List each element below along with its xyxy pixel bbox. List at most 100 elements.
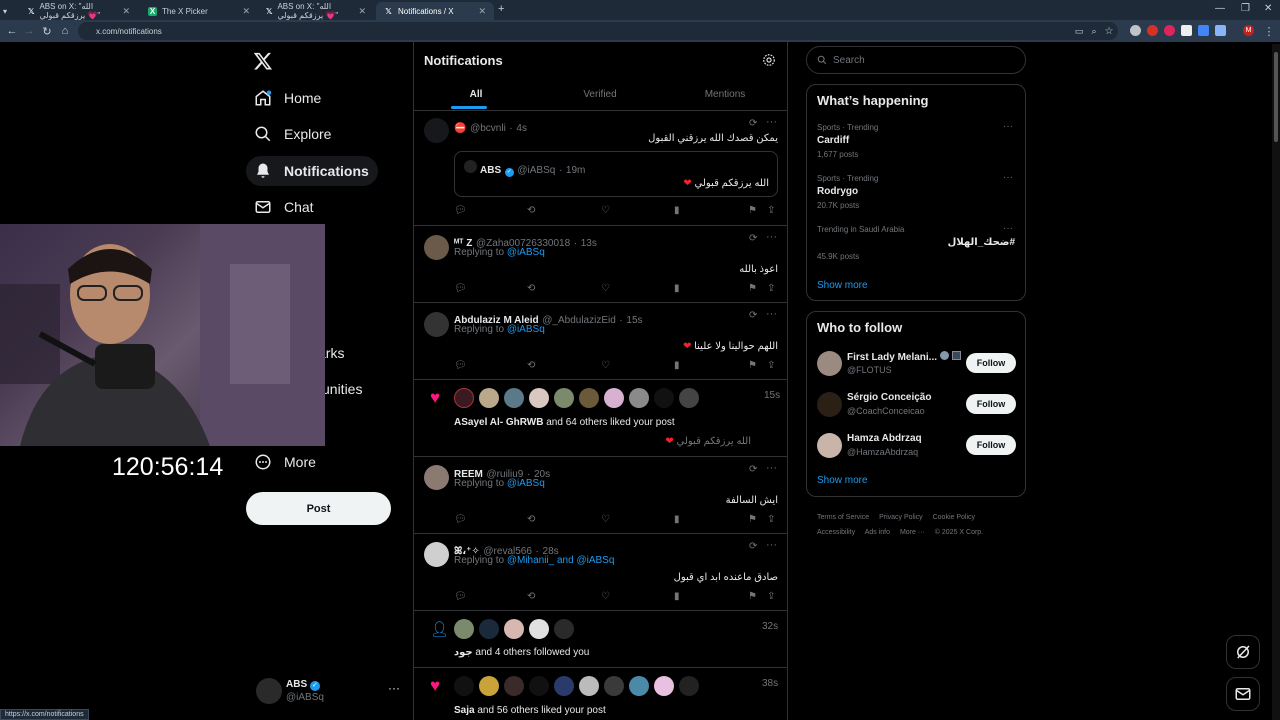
- profile-avatar-icon[interactable]: M: [1243, 25, 1254, 36]
- footer-link[interactable]: More ···: [900, 529, 925, 536]
- follow-button[interactable]: Follow: [966, 394, 1016, 414]
- avatar[interactable]: [529, 676, 549, 696]
- mention-link[interactable]: @iABSq: [507, 478, 545, 489]
- browser-tab-active[interactable]: 𝕏 Notifications / X ✕: [376, 2, 494, 20]
- views-icon[interactable]: ▮: [674, 360, 680, 371]
- avatar[interactable]: [504, 619, 524, 639]
- footer-link[interactable]: Terms of Service: [817, 514, 869, 521]
- bookmark-icon[interactable]: ⚑: [748, 205, 757, 216]
- extensions-puzzle-icon[interactable]: [1215, 25, 1226, 36]
- like-icon[interactable]: ♡: [601, 205, 610, 216]
- browser-tab[interactable]: X The X Picker ✕: [140, 2, 258, 20]
- like-icon[interactable]: ♡: [601, 514, 610, 525]
- tab-mentions[interactable]: Mentions: [662, 78, 787, 110]
- trend-item[interactable]: Sports · Trending Rodrygo 20.7K posts ··…: [807, 169, 1025, 214]
- avatar[interactable]: [479, 619, 499, 639]
- bookmark-icon[interactable]: ⚑: [748, 591, 757, 602]
- close-window-icon[interactable]: ✕: [1264, 3, 1272, 14]
- repost-icon[interactable]: ⟲: [527, 591, 535, 602]
- reply-icon[interactable]: 💬︎: [454, 360, 467, 371]
- trend-item[interactable]: Trending in Saudi Arabia #ضحك_الهلال 45.…: [807, 220, 1025, 265]
- extension-icon[interactable]: [1130, 25, 1141, 36]
- avatar[interactable]: [579, 676, 599, 696]
- more-options-icon[interactable]: ···: [1003, 172, 1013, 183]
- footer-link[interactable]: Cookie Policy: [933, 514, 975, 521]
- more-options-icon[interactable]: ···: [766, 539, 777, 551]
- avatar[interactable]: [554, 619, 574, 639]
- grok-button[interactable]: [1226, 635, 1260, 669]
- footer-link[interactable]: Ads info: [865, 529, 890, 536]
- views-icon[interactable]: ▮: [674, 591, 680, 602]
- avatar[interactable]: [504, 676, 524, 696]
- avatar[interactable]: [604, 676, 624, 696]
- back-icon[interactable]: ←: [5, 24, 19, 38]
- follow-button[interactable]: Follow: [966, 353, 1016, 373]
- extension-icon[interactable]: [1198, 25, 1209, 36]
- post-button[interactable]: Post: [246, 492, 391, 525]
- avatar[interactable]: [529, 388, 549, 408]
- share-icon[interactable]: ⇪: [767, 591, 775, 602]
- avatar[interactable]: [454, 388, 474, 408]
- grok-icon[interactable]: ⟳: [749, 233, 757, 244]
- repost-icon[interactable]: ⟲: [527, 283, 535, 294]
- avatar[interactable]: [529, 619, 549, 639]
- close-icon[interactable]: ✕: [358, 6, 366, 17]
- avatar[interactable]: [654, 388, 674, 408]
- follow-suggestion[interactable]: Sérgio Conceição @CoachConceicao Follow: [807, 387, 1025, 425]
- browser-tab[interactable]: 𝕏 ABS on X: "الله يرزقكم قبولي 💗" ✕: [20, 2, 138, 20]
- bookmark-icon[interactable]: ⚑: [748, 514, 757, 525]
- views-icon[interactable]: ▮: [674, 514, 680, 525]
- more-options-icon[interactable]: ···: [1003, 223, 1013, 234]
- avatar[interactable]: [629, 388, 649, 408]
- zoom-icon[interactable]: ⌕: [1087, 24, 1101, 38]
- share-icon[interactable]: ⇪: [767, 514, 775, 525]
- avatar[interactable]: [629, 676, 649, 696]
- bookmark-icon[interactable]: ⚑: [748, 360, 757, 371]
- mention-link[interactable]: @iABSq: [507, 324, 545, 335]
- repost-icon[interactable]: ⟲: [527, 205, 535, 216]
- show-more-link[interactable]: Show more: [817, 475, 868, 486]
- notification-reply[interactable]: Abdulaziz M Aleid @_AbdulazizEid · 15s ⟳…: [414, 303, 787, 380]
- sidebar-item-chat[interactable]: Chat: [246, 192, 322, 222]
- share-icon[interactable]: ⇪: [767, 283, 775, 294]
- more-options-icon[interactable]: ···: [766, 308, 777, 320]
- show-more-link[interactable]: Show more: [817, 280, 868, 291]
- extension-icon[interactable]: [1147, 25, 1158, 36]
- close-icon[interactable]: ✕: [122, 6, 130, 17]
- avatar[interactable]: [504, 388, 524, 408]
- notification-reply[interactable]: ꕤ،⁺✧ @reval566 · 28s ⟳ ··· Replying to @…: [414, 534, 787, 611]
- follow-suggestion[interactable]: First Lady Melani... @FLOTUS Follow: [807, 346, 1025, 384]
- avatar[interactable]: [604, 388, 624, 408]
- x-logo-icon[interactable]: [253, 51, 273, 71]
- more-options-icon[interactable]: ···: [766, 462, 777, 474]
- new-tab-icon[interactable]: +: [498, 3, 504, 15]
- grok-icon[interactable]: ⟳: [749, 464, 757, 475]
- restore-icon[interactable]: ❐: [1241, 3, 1250, 14]
- reply-icon[interactable]: 💬︎: [454, 283, 467, 294]
- reply-icon[interactable]: 💬︎: [454, 514, 467, 525]
- mention-link[interactable]: @iABSq: [507, 247, 545, 258]
- share-icon[interactable]: ⇪: [767, 360, 775, 371]
- grok-icon[interactable]: ⟳: [749, 541, 757, 552]
- trend-item[interactable]: Sports · Trending Cardiff 1,677 posts ··…: [807, 118, 1025, 163]
- bookmark-icon[interactable]: ⚑: [748, 283, 757, 294]
- sidebar-item-notifications[interactable]: Notifications: [246, 156, 378, 186]
- url-field[interactable]: x.com/notifications: [78, 22, 1118, 40]
- extension-icon[interactable]: [1181, 25, 1192, 36]
- share-icon[interactable]: ⇪: [767, 205, 775, 216]
- avatar[interactable]: [654, 676, 674, 696]
- reply-icon[interactable]: 💬︎: [454, 591, 467, 602]
- avatar[interactable]: [554, 388, 574, 408]
- home-browser-icon[interactable]: ⌂: [58, 24, 72, 38]
- sidebar-item-home[interactable]: Home: [246, 83, 329, 113]
- avatar[interactable]: [679, 388, 699, 408]
- scrollbar[interactable]: [1272, 44, 1280, 720]
- like-icon[interactable]: ♡: [601, 283, 610, 294]
- sidebar-item-communities[interactable]: unities: [322, 374, 362, 404]
- forward-icon[interactable]: →: [22, 24, 36, 38]
- mention-link[interactable]: @Mihanii_ and @iABSq: [507, 555, 615, 566]
- grok-icon[interactable]: ⟳: [749, 310, 757, 321]
- more-options-icon[interactable]: ···: [1003, 121, 1013, 132]
- avatar[interactable]: [479, 676, 499, 696]
- minimize-icon[interactable]: —: [1215, 3, 1225, 14]
